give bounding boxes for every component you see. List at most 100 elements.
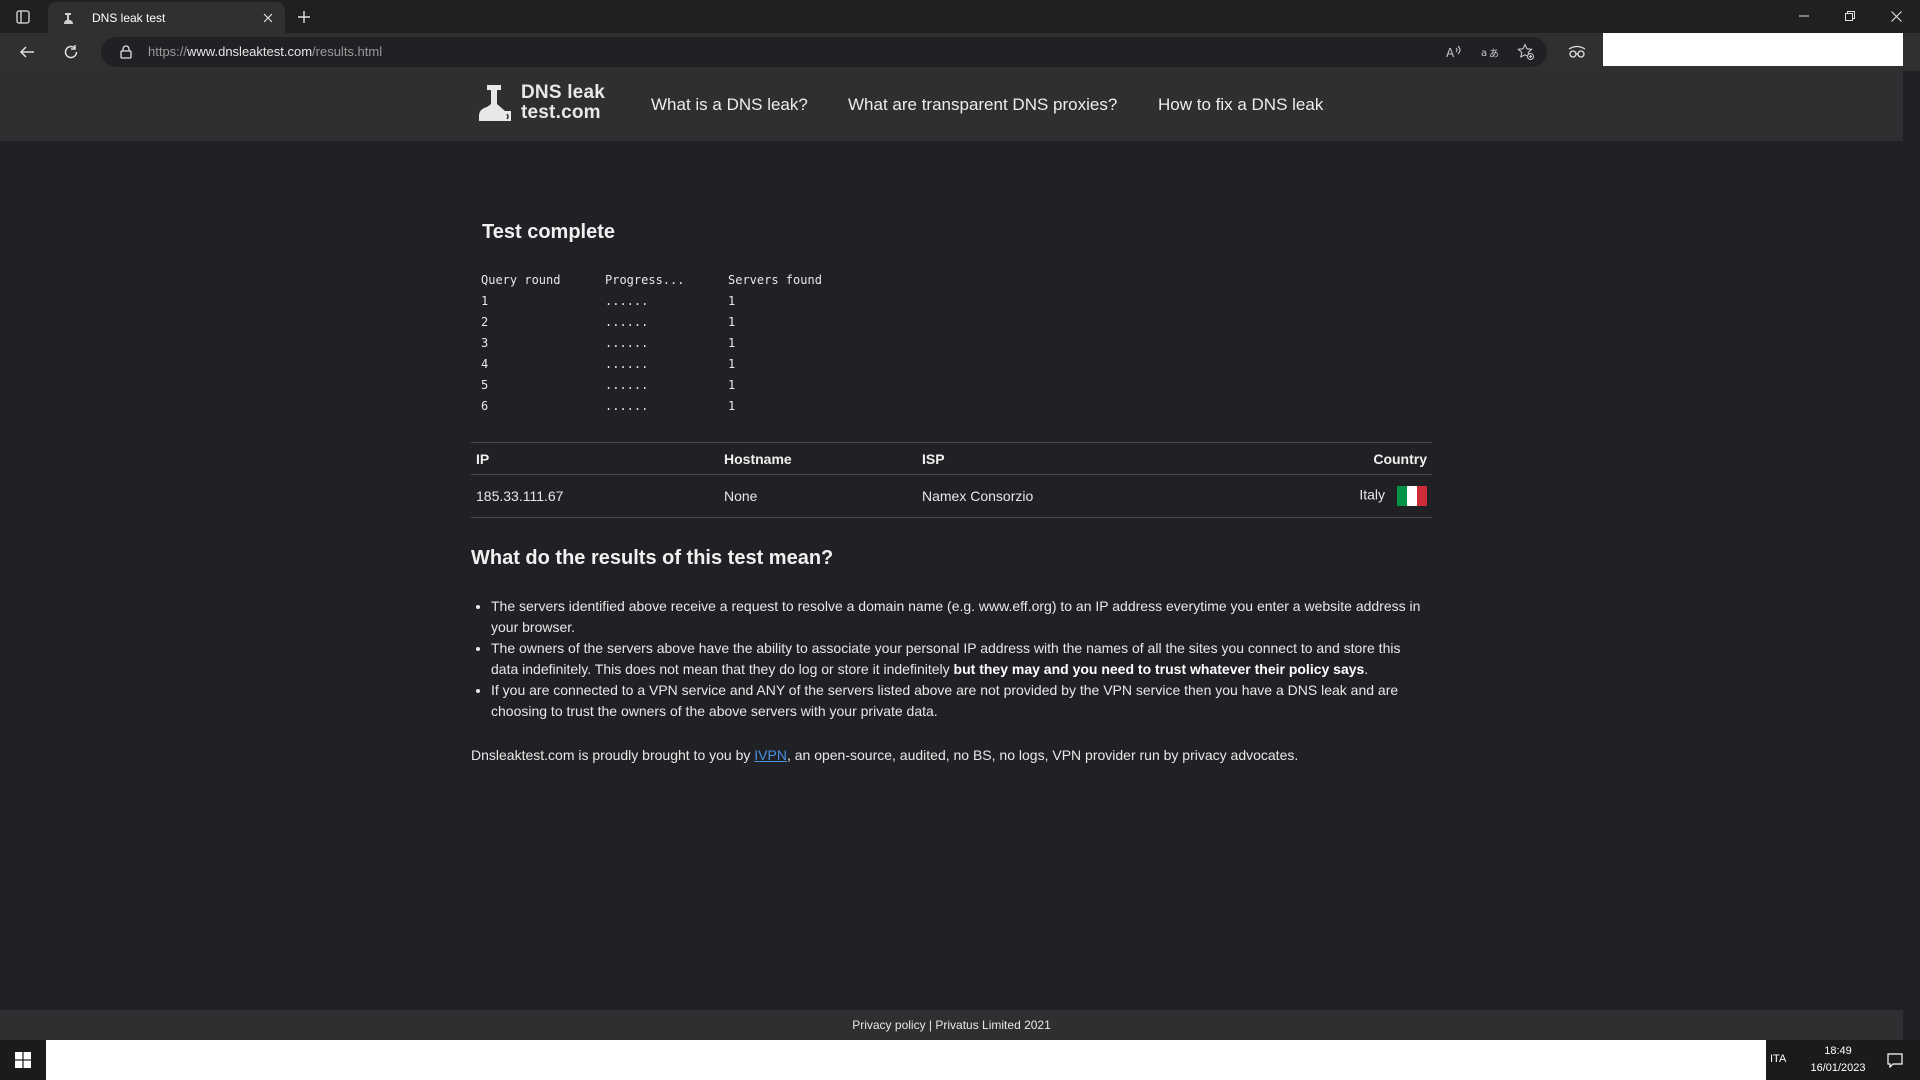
site-footer: Privacy policy | Privatus Limited 2021: [0, 1010, 1903, 1040]
explanation-list: The servers identified above receive a r…: [491, 596, 1431, 722]
round-number: 2: [481, 315, 489, 329]
bullet-2-end: .: [1364, 661, 1369, 677]
result-country-cell: Italy: [1230, 474, 1432, 518]
url-domain: www.dnsleaktest.com: [187, 44, 313, 59]
progress-row: 1 ...... 1: [481, 294, 848, 315]
translate-icon[interactable]: aあ: [1478, 41, 1502, 63]
minimize-button[interactable]: [1781, 0, 1827, 32]
result-ip: 185.33.111.67: [471, 474, 719, 518]
italy-flag-icon: [1397, 486, 1427, 506]
close-window-button[interactable]: [1873, 0, 1919, 32]
result-hostname: None: [719, 474, 917, 518]
nav-transparent-dns-proxies[interactable]: What are transparent DNS proxies?: [848, 95, 1117, 115]
progress-row: 4 ...... 1: [481, 357, 848, 378]
clock[interactable]: 18:49 16/01/2023: [1800, 1043, 1876, 1077]
result-isp: Namex Consorzio: [917, 474, 1231, 518]
credit-suffix: , an open-source, audited, no BS, no log…: [786, 747, 1299, 763]
address-bar[interactable]: https://www.dnsleaktest.com/results.html…: [101, 37, 1547, 67]
tab-title: DNS leak test: [92, 10, 166, 25]
logo-text: DNS leak test.com: [521, 83, 605, 123]
restore-button[interactable]: [1827, 0, 1873, 32]
close-icon: [1890, 10, 1902, 22]
nav-how-to-fix-dns-leak[interactable]: How to fix a DNS leak: [1158, 95, 1323, 115]
column-hostname: Hostname: [719, 442, 917, 475]
url-path: /results.html: [312, 44, 383, 59]
credit-prefix: Dnsleaktest.com is proudly brought to yo…: [471, 747, 755, 763]
result-country: Italy: [1359, 486, 1385, 503]
tab-actions-button[interactable]: [12, 6, 34, 28]
header-servers-found: Servers found: [728, 273, 822, 287]
round-progress: ......: [605, 378, 649, 392]
round-number: 6: [481, 399, 489, 413]
lock-icon[interactable]: [118, 44, 134, 60]
column-ip: IP: [471, 442, 719, 475]
tab-close-icon[interactable]: [256, 6, 280, 30]
windows-taskbar: ITA 18:49 16/01/2023: [0, 1040, 1920, 1080]
nav-what-is-dns-leak[interactable]: What is a DNS leak?: [651, 95, 808, 115]
profile-icon[interactable]: [1563, 39, 1591, 65]
tab-dns-leak-test[interactable]: DNS leak test: [48, 2, 285, 33]
table-row: 185.33.111.67 None Namex Consorzio Italy: [471, 474, 1432, 518]
round-progress: ......: [605, 336, 649, 350]
browser-tab-bar: DNS leak test: [0, 0, 1920, 33]
back-button[interactable]: [12, 38, 42, 66]
notification-icon[interactable]: [1883, 1049, 1907, 1071]
windows-logo-icon: [15, 1052, 31, 1068]
logo-line-2: test.com: [521, 102, 601, 123]
round-progress: ......: [605, 315, 649, 329]
footer-separator: |: [925, 1018, 936, 1032]
list-item: The owners of the servers above have the…: [491, 638, 1431, 680]
ivpn-link[interactable]: IVPN: [754, 747, 787, 763]
progress-row: 6 ...... 1: [481, 399, 848, 420]
test-status-title: Test complete: [482, 221, 615, 243]
url-scheme: https://: [148, 44, 188, 59]
dns-results-table: IP Hostname ISP Country 185.33.111.67 No…: [471, 442, 1432, 518]
redacted-area: [1603, 33, 1903, 66]
url-text[interactable]: https://www.dnsleaktest.com/results.html: [148, 44, 382, 59]
refresh-button[interactable]: [56, 38, 86, 66]
site-header: DNS leak test.com What is a DNS leak? Wh…: [0, 71, 1903, 141]
new-tab-button[interactable]: [292, 5, 316, 29]
round-servers-found: 1: [728, 315, 736, 329]
column-country: Country: [1230, 442, 1432, 475]
progress-row: 2 ...... 1: [481, 315, 848, 336]
round-servers-found: 1: [728, 357, 736, 371]
privacy-policy-link[interactable]: Privacy policy: [852, 1018, 925, 1032]
progress-row: 5 ...... 1: [481, 378, 848, 399]
svg-text:あ: あ: [1489, 48, 1499, 59]
progress-header-row: Query round Progress... Servers found: [481, 273, 848, 294]
round-number: 3: [481, 336, 489, 350]
input-language[interactable]: ITA: [1770, 1053, 1786, 1065]
svg-text:A: A: [1446, 46, 1455, 59]
bullet-2-bold: but they may and you need to trust whate…: [953, 661, 1365, 677]
round-number: 4: [481, 357, 489, 371]
refresh-icon: [64, 45, 78, 59]
explanation-heading: What do the results of this test mean?: [471, 547, 834, 569]
round-number: 5: [481, 378, 489, 392]
logo-line-1: DNS leak: [521, 82, 605, 103]
results-header-row: IP Hostname ISP Country: [471, 442, 1432, 475]
restore-icon: [1845, 11, 1855, 21]
query-progress-table: Query round Progress... Servers found 1 …: [481, 273, 848, 420]
read-aloud-icon[interactable]: A: [1442, 41, 1466, 63]
column-isp: ISP: [917, 442, 1231, 475]
round-progress: ......: [605, 294, 649, 308]
minimize-icon: [1799, 15, 1809, 17]
favorites-star-icon[interactable]: [1514, 41, 1538, 63]
site-logo[interactable]: DNS leak test.com: [477, 83, 605, 123]
clock-time: 18:49: [1824, 1045, 1852, 1057]
list-item: If you are connected to a VPN service an…: [491, 680, 1431, 722]
start-button[interactable]: [0, 1040, 46, 1080]
round-number: 1: [481, 294, 489, 308]
clock-date: 16/01/2023: [1810, 1062, 1866, 1074]
list-item: The servers identified above receive a r…: [491, 596, 1431, 638]
round-servers-found: 1: [728, 294, 736, 308]
footer-company: Privatus Limited 2021: [935, 1018, 1051, 1032]
round-servers-found: 1: [728, 336, 736, 350]
header-progress: Progress...: [605, 273, 685, 287]
round-servers-found: 1: [728, 399, 736, 413]
system-tray: ITA 18:49 16/01/2023: [1766, 1040, 1920, 1080]
back-arrow-icon: [19, 46, 34, 58]
header-query-round: Query round: [481, 273, 561, 287]
round-progress: ......: [605, 399, 649, 413]
